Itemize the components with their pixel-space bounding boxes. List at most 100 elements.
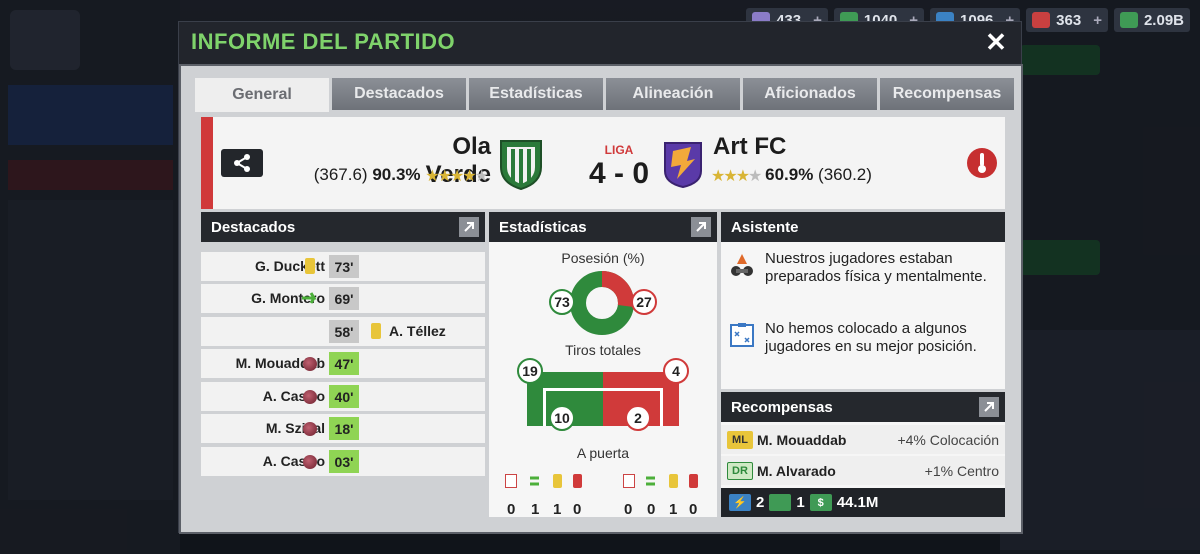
highlight-row: G. Duckett 73' xyxy=(201,252,485,281)
tactics-board-icon xyxy=(730,323,754,347)
reward-coin-value: 1 xyxy=(796,494,805,511)
match-report-modal: INFORME DEL PARTIDO ✕ General Destacados… xyxy=(178,21,1023,534)
currency-cash[interactable]: 2.09B xyxy=(1113,8,1190,32)
goal-icon xyxy=(303,390,317,404)
away-team-rating: (360.2) xyxy=(818,165,872,184)
shots-label: Tiros totales xyxy=(565,342,641,358)
away-team-name: Art FC xyxy=(713,133,787,160)
medkit-icon xyxy=(1032,12,1051,28)
share-button[interactable] xyxy=(221,149,263,177)
on-target-label: A puerta xyxy=(576,445,630,461)
add-medkit-button[interactable]: + xyxy=(1093,12,1102,29)
position-badge: ML xyxy=(727,431,753,449)
expand-stats-button[interactable] xyxy=(691,217,711,237)
rewards-header: Recompensas xyxy=(721,392,1005,422)
away-team-crest-icon xyxy=(664,142,702,189)
modal-header: INFORME DEL PARTIDO ✕ xyxy=(179,22,1021,62)
on-target-away-value: 2 xyxy=(625,405,651,431)
tab-estadisticas[interactable]: Estadísticas xyxy=(469,78,603,110)
reward-totals: ⚡ 2 1 $ 44.1M xyxy=(721,488,1005,517)
assistant-message-text: No hemos colocado a algunos jugadores en… xyxy=(765,320,977,355)
highlight-minute: 47' xyxy=(329,352,359,375)
home-red-count: 0 xyxy=(573,501,582,518)
away-subs-count: 0 xyxy=(647,501,656,518)
away-team-percent: 60.9% xyxy=(765,165,814,184)
on-target-home-value: 10 xyxy=(549,405,575,431)
goal-icon xyxy=(303,422,317,436)
substitution-icon xyxy=(646,476,655,486)
reward-row: DR M. Alvarado +1% Centro xyxy=(721,456,1005,485)
fitness-icon xyxy=(731,254,753,276)
possession-donut xyxy=(570,271,634,335)
yellow-card-icon xyxy=(553,474,562,488)
possession-label: Posesión (%) xyxy=(561,250,645,266)
share-icon xyxy=(234,154,250,172)
home-subs-count: 1 xyxy=(531,501,540,518)
home-team-crest-icon xyxy=(500,140,542,191)
injury-icon xyxy=(623,474,635,488)
substitution-icon xyxy=(302,292,317,304)
home-yellow-count: 1 xyxy=(553,501,562,518)
coin-icon xyxy=(769,494,792,511)
home-injuries-count: 0 xyxy=(507,501,516,518)
home-team-stats: (367.6) 90.3% ★★★★★ xyxy=(301,165,489,186)
thermometer-icon xyxy=(978,153,986,173)
cash-icon: $ xyxy=(809,494,832,511)
banner-accent xyxy=(201,117,213,209)
modal-title: INFORME DEL PARTIDO xyxy=(191,29,456,54)
currency-value: 2.09B xyxy=(1143,11,1184,29)
red-card-icon xyxy=(573,474,582,488)
away-red-count: 0 xyxy=(689,501,698,518)
highlight-minute: 40' xyxy=(329,385,359,408)
tab-bar: General Destacados Estadísticas Alineaci… xyxy=(195,78,1014,112)
highlight-minute: 18' xyxy=(329,417,359,440)
away-star-rating: ★★★★ xyxy=(711,167,762,185)
reward-player: M. Alvarado xyxy=(757,463,836,479)
reward-energy-value: 2 xyxy=(756,494,765,511)
assistant-message-text: Nuestros jugadores estaban preparados fí… xyxy=(765,250,987,285)
expand-rewards-button[interactable] xyxy=(979,397,999,417)
currency-medkit[interactable]: 363 + xyxy=(1026,8,1108,32)
expand-highlights-button[interactable] xyxy=(459,217,479,237)
yellow-card-icon xyxy=(371,323,381,339)
tab-alineacion[interactable]: Alineación xyxy=(606,78,740,110)
highlight-minute: 69' xyxy=(329,287,359,310)
away-yellow-count: 1 xyxy=(669,501,678,518)
home-team-percent: 90.3% xyxy=(372,165,421,184)
possession-home-value: 73 xyxy=(549,289,575,315)
home-star-rating: ★★★★★ xyxy=(425,167,489,185)
tab-aficionados[interactable]: Aficionados xyxy=(743,78,877,110)
reward-player: M. Mouaddab xyxy=(757,432,847,448)
goal-icon xyxy=(303,455,317,469)
assistant-header: Asistente xyxy=(721,212,1005,242)
stats-panel: Estadísticas Posesión (%) 73 27 Tiros to… xyxy=(489,212,717,518)
highlights-header: Destacados xyxy=(201,212,485,242)
rewards-title: Recompensas xyxy=(731,398,833,416)
highlight-row: A. Castro 03' xyxy=(201,447,485,476)
tab-general[interactable]: General xyxy=(195,78,329,112)
possession-away-value: 27 xyxy=(631,289,657,315)
highlight-minute: 03' xyxy=(329,450,359,473)
position-badge: DR xyxy=(727,462,753,480)
substitution-icon xyxy=(530,476,539,486)
thermometer-button[interactable] xyxy=(967,148,997,178)
shots-away-value: 4 xyxy=(663,358,689,384)
highlight-row: G. Montero 69' xyxy=(201,284,485,313)
reward-value: +1% Centro xyxy=(924,463,999,479)
close-button[interactable]: ✕ xyxy=(983,27,1009,58)
highlight-minute: 58' xyxy=(329,320,359,343)
reward-row: ML M. Mouaddab +4% Colocación xyxy=(721,425,1005,454)
injury-icon xyxy=(505,474,517,488)
tab-destacados[interactable]: Destacados xyxy=(332,78,466,110)
yellow-card-icon xyxy=(669,474,678,488)
stats-title: Estadísticas xyxy=(499,218,587,236)
rewards-panel: Recompensas ML M. Mouaddab +4% Colocació… xyxy=(721,392,1005,517)
reward-value: +4% Colocación xyxy=(897,432,999,448)
red-card-icon xyxy=(689,474,698,488)
away-team-stats: ★★★★ 60.9% (360.2) xyxy=(711,165,872,186)
highlights-panel: Destacados G. Duckett 73' G. Montero 69'… xyxy=(201,212,485,512)
assistant-panel: Asistente Nuestros jugadores estaban pre… xyxy=(721,212,1005,389)
modal-body: General Destacados Estadísticas Alineaci… xyxy=(179,64,1023,534)
tab-recompensas[interactable]: Recompensas xyxy=(880,78,1014,110)
highlights-title: Destacados xyxy=(211,218,296,236)
